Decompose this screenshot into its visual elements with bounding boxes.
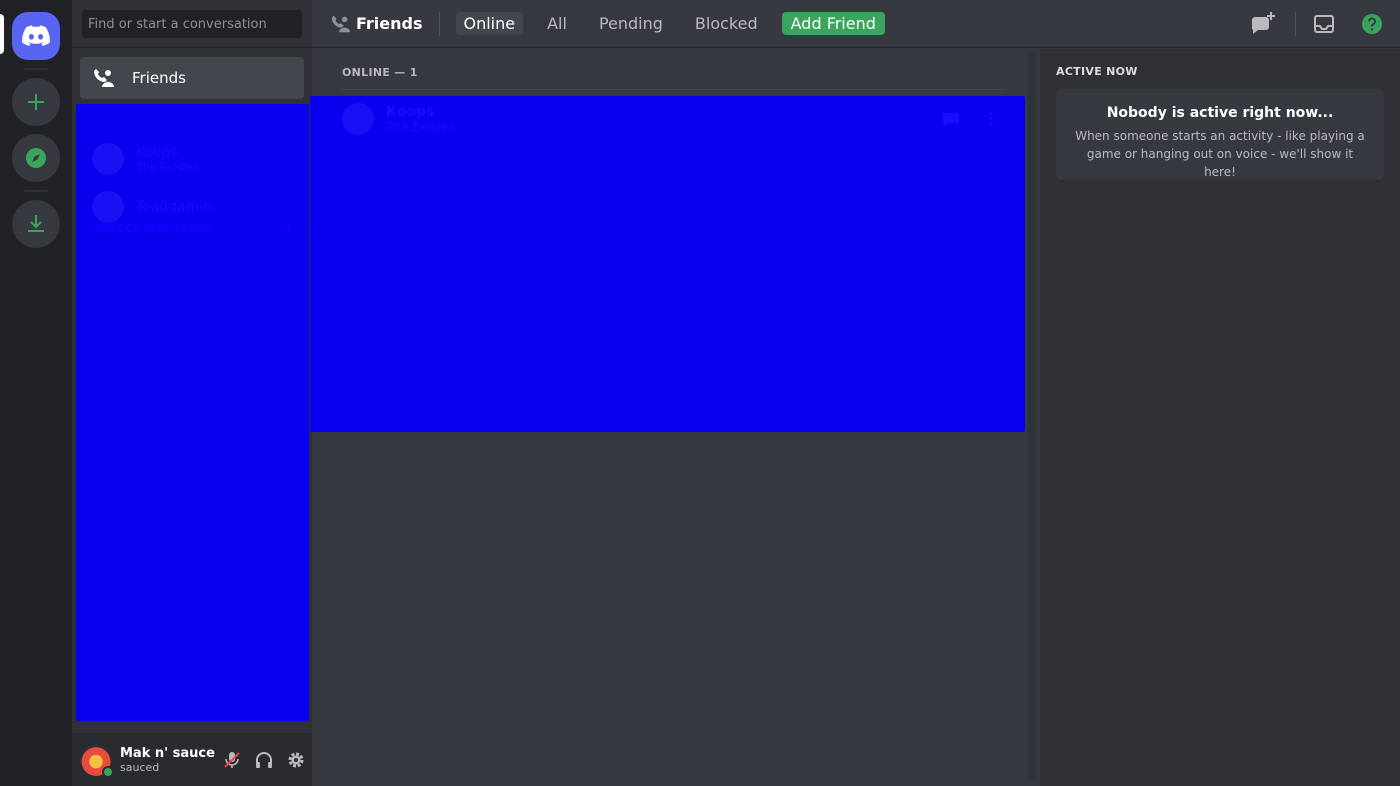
add-server-button[interactable] [12,78,60,126]
download-apps-button[interactable] [12,200,60,248]
divider [1295,12,1296,36]
redacted-region [310,96,1025,432]
dm-item[interactable]: Toadgamin [92,188,302,226]
explore-servers-button[interactable] [12,134,60,182]
inbox-button[interactable] [1304,14,1344,34]
download-icon [28,215,44,232]
avatar [92,191,124,223]
active-now-empty-card: Nobody is active right now... When someo… [1056,89,1384,180]
dm-sidebar: Friends DIRECT MESSAGES + Koops The Exis… [72,0,312,786]
compass-icon [26,148,46,168]
add-friend-button[interactable]: Add Friend [781,12,885,35]
friend-name: Koops [386,104,435,120]
plus-icon [28,94,44,110]
friends-header-bar: Friends Online All Pending Blocked Add F… [312,0,1400,48]
active-now-title: ACTIVE NOW [1056,65,1138,78]
friends-list: ONLINE — 1 Koops The Exister [310,49,1040,786]
help-icon [1362,14,1382,34]
tab-online[interactable]: Online [455,12,524,35]
home-button[interactable] [12,12,60,60]
dm-item[interactable]: Koops The Exister [92,140,302,178]
search-bar [72,0,312,48]
avatar [342,103,374,135]
active-now-panel: ACTIVE NOW Nobody is active right now...… [1040,49,1400,786]
sidebar-item-label: Friends [132,69,186,87]
gear-icon [288,752,304,767]
online-status-dot [102,765,114,778]
headphones-icon [256,751,272,768]
dm-name: Koops [136,144,178,161]
tab-blocked[interactable]: Blocked [687,12,766,35]
inbox-icon [1314,15,1334,33]
sidebar-item-friends[interactable]: Friends [80,57,304,99]
dm-name: Toadgamin [136,199,213,215]
empty-state-body: When someone starts an activity - like p… [1075,129,1365,179]
tab-pending[interactable]: Pending [591,12,671,35]
dm-status: The Exister [136,160,198,174]
discord-logo-icon [22,25,50,46]
help-button[interactable] [1344,13,1400,35]
avatar[interactable] [80,743,114,778]
empty-state-heading: Nobody is active right now... [1106,105,1334,121]
redacted-region: DIRECT MESSAGES + Koops The Exister Toad… [76,104,309,721]
custom-status: sauced [120,760,160,774]
page-title: Friends [356,14,423,33]
friend-row[interactable]: Koops The Exister [342,101,1002,137]
friend-status: The Exister [386,120,454,134]
server-rail [0,0,72,786]
more-options-icon[interactable] [988,111,994,127]
user-panel: Mak n' sauce sauced [72,733,312,786]
scrollbar[interactable] [1028,51,1036,781]
divider [342,89,1004,90]
friends-icon [331,15,351,33]
rail-separator [24,68,48,70]
new-group-dm-button[interactable] [1239,12,1287,36]
tab-all[interactable]: All [539,12,575,35]
rail-separator [24,190,48,192]
message-icon[interactable] [942,111,960,127]
user-settings-button[interactable] [280,744,312,776]
new-group-dm-icon [1252,12,1275,34]
divider [438,11,440,36]
search-input[interactable] [82,10,302,38]
mute-button[interactable] [216,744,248,776]
selected-indicator [0,14,4,54]
friends-icon [94,69,114,87]
online-count-header: ONLINE — 1 [342,66,418,79]
microphone-muted-icon [224,751,240,768]
deafen-button[interactable] [248,744,280,776]
avatar [92,143,124,175]
username: Mak n' sauce [120,745,215,761]
